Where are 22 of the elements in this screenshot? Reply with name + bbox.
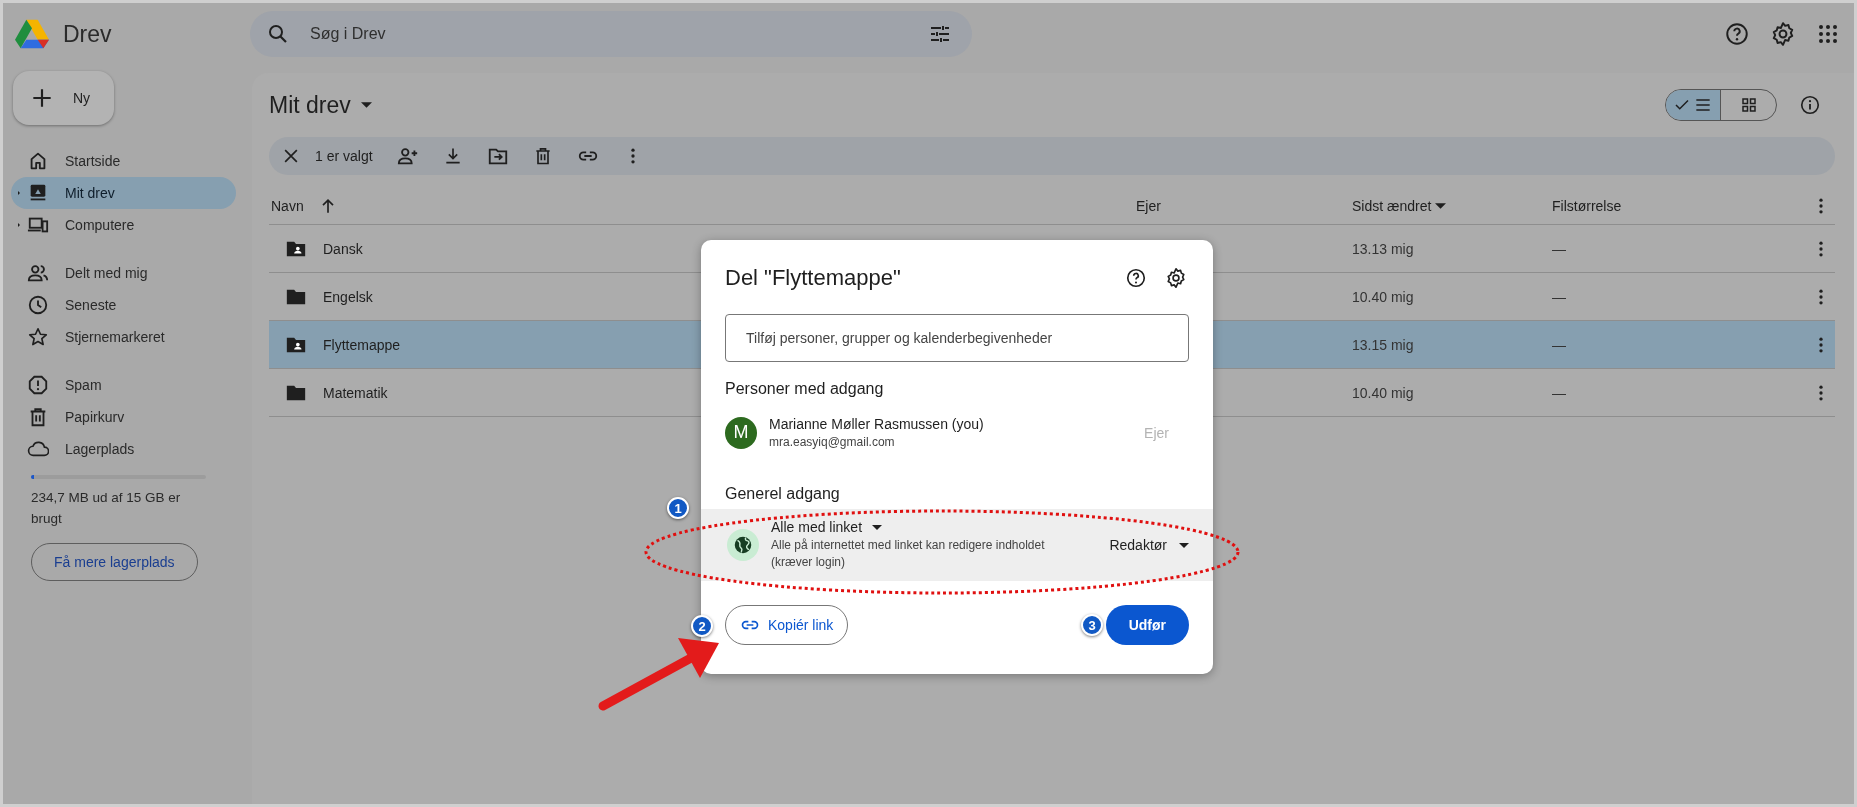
section-heading: Generel adgang [725, 485, 841, 503]
file-size: — [1552, 384, 1566, 401]
file-size: — [1552, 240, 1566, 257]
file-name: Matematik [323, 384, 388, 401]
file-size: — [1552, 288, 1566, 305]
modified-date: 13.13 mig [1352, 240, 1414, 257]
file-name: Engelsk [323, 288, 373, 305]
avatar: M [725, 416, 757, 449]
app-name: Drev [63, 20, 112, 48]
section-heading: Personer med adgang [725, 380, 885, 398]
file-size: — [1552, 336, 1566, 353]
person-name: Marianne Møller Rasmussen (you) [769, 416, 985, 432]
file-name: Dansk [323, 240, 363, 257]
person-email: mra.easyiq@gmail.com [769, 435, 896, 449]
storage-usage-text: 234,7 MB ud af 15 GB er brugt [31, 489, 182, 528]
modified-date: 10.40 mig [1352, 384, 1414, 401]
modified-date: 10.40 mig [1352, 288, 1414, 305]
file-name: Flyttemappe [323, 336, 401, 353]
modified-date: 13.15 mig [1352, 336, 1414, 353]
selection-count: 1 er valgt [315, 148, 373, 164]
role-label: Ejer [1144, 424, 1170, 441]
access-description: Alle på internettet med linket kan redigere indholdet (kræver login) [771, 537, 1046, 571]
